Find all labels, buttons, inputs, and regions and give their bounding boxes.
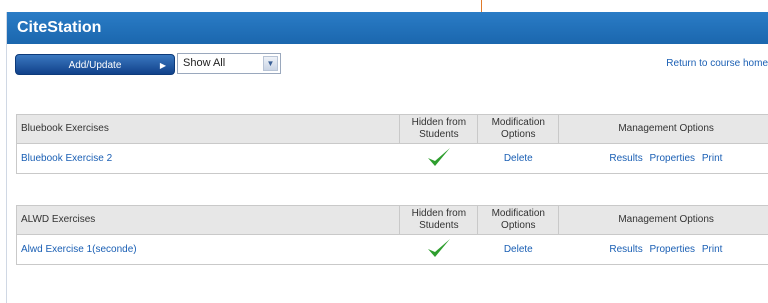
filter-select[interactable]: Show All ▼ bbox=[177, 53, 281, 74]
section-heading: ALWD Exercises bbox=[15, 205, 401, 235]
table-header-row: Bluebook Exercises Hidden from Students … bbox=[15, 114, 768, 144]
arrow-right-icon: ▶ bbox=[159, 61, 166, 70]
hidden-from-students-header: Hidden from Students bbox=[399, 114, 479, 144]
citestation-window: CiteStation Add/Update ▶ Show All ▼ Retu… bbox=[6, 12, 768, 303]
management-options-header: Management Options bbox=[558, 205, 768, 235]
filter-selected-value: Show All bbox=[183, 57, 226, 69]
section-heading: Bluebook Exercises bbox=[15, 114, 401, 144]
exercise-link[interactable]: Bluebook Exercise 2 bbox=[21, 153, 112, 164]
table-row: Alwd Exercise 1(seconde) Delete Results … bbox=[15, 234, 768, 265]
checkmark-icon bbox=[427, 148, 450, 166]
checkmark-icon bbox=[427, 239, 450, 257]
delete-link[interactable]: Delete bbox=[504, 153, 533, 164]
add-update-label: Add/Update bbox=[68, 60, 122, 71]
toolbar: Add/Update ▶ Show All ▼ Return to course… bbox=[7, 44, 768, 84]
modification-options-header: Modification Options bbox=[477, 205, 560, 235]
management-options-header: Management Options bbox=[558, 114, 768, 144]
properties-link[interactable]: Properties bbox=[649, 153, 695, 164]
bluebook-exercises-table: Bluebook Exercises Hidden from Students … bbox=[15, 114, 768, 174]
exercise-link[interactable]: Alwd Exercise 1(seconde) bbox=[21, 244, 137, 255]
results-link[interactable]: Results bbox=[609, 153, 642, 164]
print-link[interactable]: Print bbox=[702, 153, 723, 164]
results-link[interactable]: Results bbox=[609, 244, 642, 255]
chevron-down-icon[interactable]: ▼ bbox=[263, 56, 278, 71]
modification-options-header: Modification Options bbox=[477, 114, 560, 144]
delete-link[interactable]: Delete bbox=[504, 244, 533, 255]
table-header-row: ALWD Exercises Hidden from Students Modi… bbox=[15, 205, 768, 235]
print-link[interactable]: Print bbox=[702, 244, 723, 255]
return-to-course-home-link[interactable]: Return to course home bbox=[666, 58, 768, 69]
hidden-from-students-header: Hidden from Students bbox=[399, 205, 479, 235]
alwd-exercises-table: ALWD Exercises Hidden from Students Modi… bbox=[15, 205, 768, 265]
properties-link[interactable]: Properties bbox=[649, 244, 695, 255]
app-title: CiteStation bbox=[7, 12, 768, 44]
top-accent-line bbox=[481, 0, 482, 12]
table-row: Bluebook Exercise 2 Delete Results Prope… bbox=[15, 143, 768, 174]
add-update-button[interactable]: Add/Update ▶ bbox=[15, 54, 175, 75]
